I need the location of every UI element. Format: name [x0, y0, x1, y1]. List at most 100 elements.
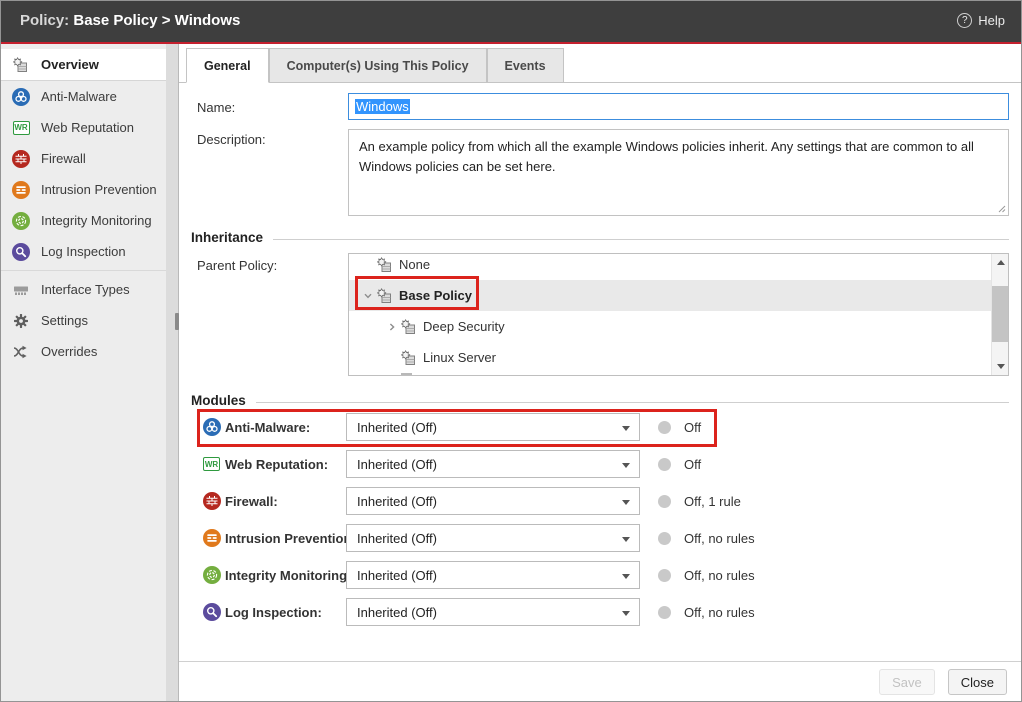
description-textarea[interactable]: An example policy from which all the exa…	[348, 129, 1009, 216]
module-row-web-reputation: WR Web Reputation: Inherited (Off) Off	[179, 446, 949, 483]
sidebar-item-label: Integrity Monitoring	[41, 213, 152, 228]
integrity-monitoring-icon	[12, 212, 30, 230]
chevron-down-icon	[622, 426, 630, 431]
web-reputation-state-dropdown[interactable]: Inherited (Off)	[346, 450, 640, 478]
module-row-intrusion-prevention: Intrusion Prevention: Inherited (Off) Of…	[179, 520, 949, 557]
sidebar-item-label: Overview	[41, 57, 99, 72]
sidebar-item-interface-types[interactable]: Interface Types	[1, 274, 166, 305]
sidebar-item-overrides[interactable]: Overrides	[1, 336, 166, 367]
sidebar-item-overview[interactable]: Overview	[1, 49, 166, 81]
module-label: Anti-Malware:	[225, 420, 310, 435]
policy-icon	[401, 350, 417, 366]
expander-spacer	[359, 256, 377, 274]
close-button[interactable]: Close	[948, 669, 1007, 695]
web-reputation-icon: WR	[12, 119, 30, 137]
status-text: Off, no rules	[684, 605, 755, 620]
sidebar-item-intrusion-prevention[interactable]: Intrusion Prevention	[1, 174, 166, 205]
policy-overview-icon	[12, 56, 30, 74]
tree-item-linux-server[interactable]: Linux Server	[349, 342, 991, 373]
tree-item-none[interactable]: None	[349, 253, 991, 280]
firewall-icon	[12, 150, 30, 168]
help-link[interactable]: ? Help	[957, 13, 1005, 28]
sidebar-divider	[1, 270, 166, 271]
tab-computers-using-policy[interactable]: Computer(s) Using This Policy	[269, 48, 487, 83]
help-icon: ?	[957, 13, 972, 28]
triangle-up-icon	[997, 260, 1005, 265]
policy-icon	[377, 257, 393, 273]
status-text: Off, no rules	[684, 531, 755, 546]
sidebar-item-label: Log Inspection	[41, 244, 126, 259]
status-text: Off	[684, 420, 701, 435]
scroll-thumb[interactable]	[992, 286, 1009, 342]
tree-item-partial	[401, 373, 412, 376]
scroll-up-button[interactable]	[992, 254, 1009, 271]
status-text: Off, no rules	[684, 568, 755, 583]
status-dot	[658, 421, 671, 434]
sidebar-item-integrity-monitoring[interactable]: Integrity Monitoring	[1, 205, 166, 236]
textarea-resize-handle[interactable]	[996, 203, 1006, 213]
tree-item-deep-security[interactable]: Deep Security	[349, 311, 991, 342]
tab-general[interactable]: General	[186, 48, 269, 83]
parent-policy-tree: None Base Policy Deep Security	[348, 253, 1009, 376]
tree-scrollbar	[991, 254, 1008, 375]
chevron-down-icon	[622, 500, 630, 505]
module-label: Web Reputation:	[225, 457, 328, 472]
anti-malware-icon	[12, 88, 30, 106]
sidebar-item-settings[interactable]: Settings	[1, 305, 166, 336]
sidebar-item-web-reputation[interactable]: WR Web Reputation	[1, 112, 166, 143]
page-title-text: Base Policy > Windows	[73, 12, 240, 29]
section-rule	[256, 402, 1009, 403]
log-inspection-state-dropdown[interactable]: Inherited (Off)	[346, 598, 640, 626]
dropdown-value: Inherited (Off)	[357, 568, 437, 583]
page-title: Policy: Base Policy > Windows	[20, 12, 240, 29]
main-content: General Computer(s) Using This Policy Ev…	[179, 44, 1021, 701]
sidebar-item-firewall[interactable]: Firewall	[1, 143, 166, 174]
chevron-down-icon	[622, 463, 630, 468]
description-text: An example policy from which all the exa…	[359, 139, 974, 174]
anti-malware-state-dropdown[interactable]: Inherited (Off)	[346, 413, 640, 441]
module-label: Log Inspection:	[225, 605, 322, 620]
page-title-prefix: Policy:	[20, 12, 69, 29]
chevron-down-icon	[622, 537, 630, 542]
policy-icon	[377, 288, 393, 304]
module-row-log-inspection: Log Inspection: Inherited (Off) Off, no …	[179, 594, 949, 631]
inheritance-section-header: Inheritance	[191, 230, 1009, 245]
chevron-right-icon[interactable]	[383, 318, 401, 336]
chevron-down-icon[interactable]	[359, 287, 377, 305]
module-label: Intrusion Prevention:	[225, 531, 356, 546]
interface-types-icon	[12, 281, 30, 299]
integrity-monitoring-icon	[203, 566, 221, 584]
status-dot	[658, 495, 671, 508]
tree-item-label: Base Policy	[399, 288, 472, 303]
description-label: Description:	[197, 132, 266, 147]
triangle-down-icon	[997, 364, 1005, 369]
intrusion-prevention-state-dropdown[interactable]: Inherited (Off)	[346, 524, 640, 552]
log-inspection-icon	[203, 603, 221, 621]
firewall-state-dropdown[interactable]: Inherited (Off)	[346, 487, 640, 515]
integrity-monitoring-state-dropdown[interactable]: Inherited (Off)	[346, 561, 640, 589]
footer-divider	[179, 661, 1021, 662]
dropdown-value: Inherited (Off)	[357, 457, 437, 472]
help-label: Help	[978, 13, 1005, 28]
section-rule	[273, 239, 1009, 240]
scroll-down-button[interactable]	[992, 358, 1009, 375]
sidebar-item-anti-malware[interactable]: Anti-Malware	[1, 81, 166, 112]
tab-events[interactable]: Events	[487, 48, 564, 83]
name-input[interactable]: Windows	[348, 93, 1009, 120]
footer-buttons: Save Close	[879, 669, 1007, 695]
sidebar-item-log-inspection[interactable]: Log Inspection	[1, 236, 166, 267]
intrusion-prevention-icon	[203, 529, 221, 547]
name-label: Name:	[197, 100, 235, 115]
tab-label: General	[204, 59, 251, 73]
sidebar-nav: Overview Anti-Malware WR Web Reputation …	[1, 44, 178, 367]
tree-item-base-policy[interactable]: Base Policy	[349, 280, 991, 311]
module-row-anti-malware: Anti-Malware: Inherited (Off) Off	[179, 409, 949, 446]
save-button[interactable]: Save	[879, 669, 935, 695]
dropdown-value: Inherited (Off)	[357, 531, 437, 546]
modules-section-header: Modules	[191, 393, 1009, 408]
sidebar-item-label: Firewall	[41, 151, 86, 166]
tree-item-label: None	[399, 257, 430, 272]
shuffle-icon	[12, 343, 30, 361]
tab-bar: General Computer(s) Using This Policy Ev…	[179, 44, 1021, 83]
sidebar: Overview Anti-Malware WR Web Reputation …	[1, 44, 179, 701]
